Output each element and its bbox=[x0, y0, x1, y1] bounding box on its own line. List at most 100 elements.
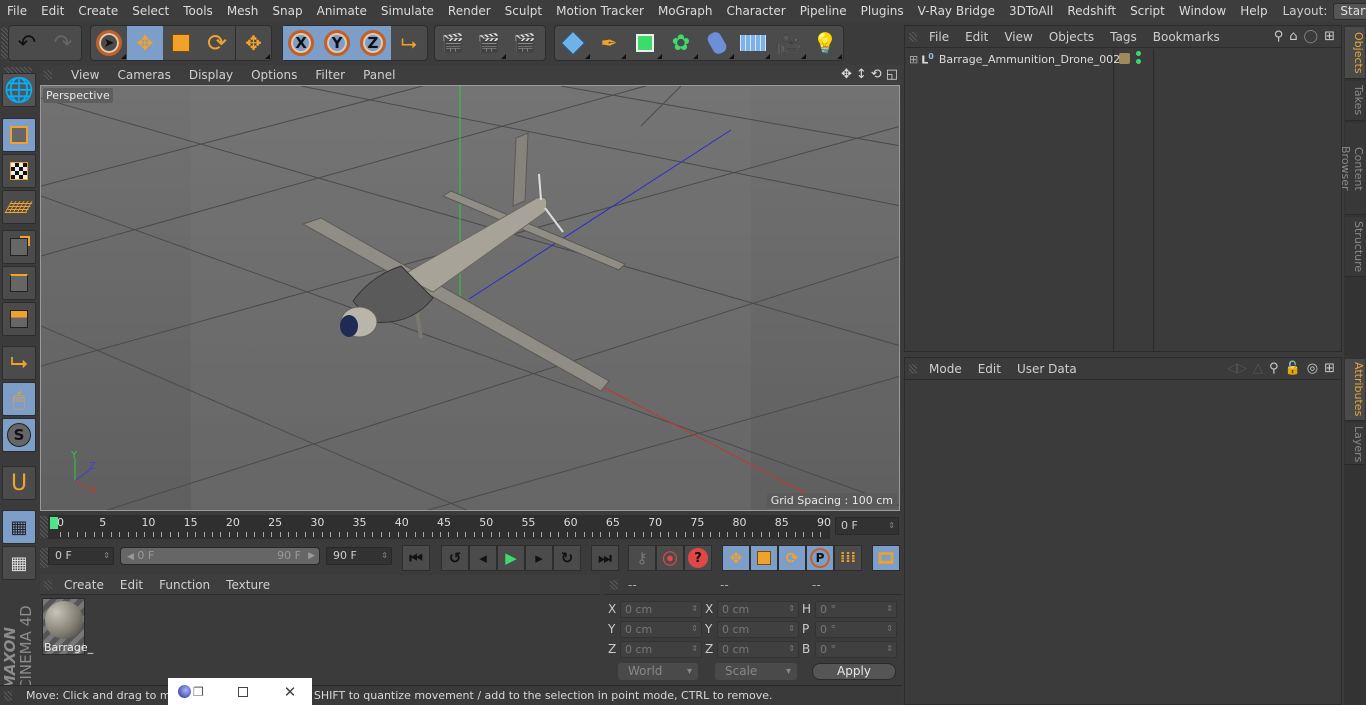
rotate-view-icon[interactable]: ⟲ bbox=[871, 67, 882, 82]
panel-grip[interactable] bbox=[44, 70, 52, 80]
menu-script[interactable]: Script bbox=[1123, 0, 1172, 22]
dolly-view-icon[interactable]: ↕ bbox=[856, 67, 867, 82]
coordinate-system-button[interactable]: ⮡ bbox=[391, 26, 427, 60]
visibility-dots-icon[interactable] bbox=[1136, 51, 1141, 64]
floor-button[interactable] bbox=[735, 26, 771, 60]
viewport-menu-display[interactable]: Display bbox=[180, 68, 242, 82]
move-tool-button[interactable]: ✥ bbox=[127, 26, 163, 60]
restore-icon[interactable]: ❐ bbox=[193, 685, 204, 699]
menu-animate[interactable]: Animate bbox=[310, 0, 374, 22]
menu-vray-bridge[interactable]: V-Ray Bridge bbox=[911, 0, 1002, 22]
objects-menu-edit[interactable]: Edit bbox=[957, 30, 996, 44]
home-icon[interactable]: ⌂ bbox=[1289, 29, 1297, 44]
3d-viewport[interactable]: Y Z X Perspective Grid Spacing : 100 cm bbox=[40, 85, 900, 511]
transport-grip[interactable] bbox=[40, 548, 48, 568]
key-position-button[interactable]: ✥ bbox=[722, 545, 750, 571]
live-selection-button[interactable]: ➤ bbox=[91, 26, 127, 60]
size-z-field[interactable]: 0 cm ⇕ bbox=[717, 641, 799, 658]
light-button[interactable]: 💡 bbox=[807, 26, 843, 60]
new-panel-icon[interactable]: ⊞ bbox=[1324, 361, 1335, 376]
menu-snap[interactable]: Snap bbox=[265, 0, 309, 22]
rotate-tool-button[interactable]: ⟳ bbox=[199, 26, 235, 60]
tab-structure[interactable]: Structure bbox=[1345, 217, 1365, 277]
menu-mesh[interactable]: Mesh bbox=[220, 0, 266, 22]
menu-create[interactable]: Create bbox=[71, 0, 125, 22]
material-menu-function[interactable]: Function bbox=[151, 578, 218, 592]
objects-menu-tags[interactable]: Tags bbox=[1102, 30, 1145, 44]
attributes-menu-edit[interactable]: Edit bbox=[970, 362, 1009, 376]
tab-content-browser[interactable]: Content Browser bbox=[1339, 123, 1365, 215]
axis-mode-button[interactable]: ⮡ bbox=[2, 346, 36, 380]
coordinate-space-dropdown[interactable]: World bbox=[618, 663, 698, 680]
render-settings-button[interactable]: 🎬 bbox=[507, 26, 543, 60]
search-icon[interactable]: ⚲ bbox=[1269, 361, 1279, 376]
previous-frame-button[interactable]: ◂ bbox=[469, 545, 497, 571]
size-y-field[interactable]: 0 cm ⇕ bbox=[717, 621, 799, 638]
model-mode-button[interactable] bbox=[2, 118, 36, 152]
record-keys-button[interactable]: ⚷ bbox=[628, 545, 656, 571]
tab-objects[interactable]: Objects bbox=[1345, 27, 1365, 79]
key-scale-button[interactable] bbox=[750, 545, 778, 571]
search-icon[interactable]: ⚲ bbox=[1274, 29, 1284, 44]
menu-character[interactable]: Character bbox=[719, 0, 792, 22]
range-right-arrow[interactable]: ▶ bbox=[308, 548, 315, 564]
viewport-menu-view[interactable]: View bbox=[62, 68, 108, 82]
render-view-button[interactable]: 🎬 bbox=[435, 26, 471, 60]
viewport-menu-panel[interactable]: Panel bbox=[354, 68, 404, 82]
workplane-mode-button[interactable] bbox=[2, 190, 36, 224]
timeline-window-button[interactable]: 🎞 bbox=[872, 545, 900, 571]
up-arrow-icon[interactable]: △ bbox=[1253, 361, 1263, 376]
scale-tool-button[interactable] bbox=[163, 26, 199, 60]
lock-icon[interactable]: 🔓 bbox=[1285, 361, 1301, 376]
size-mode-dropdown[interactable]: Scale bbox=[715, 663, 797, 680]
range-left-arrow[interactable]: ◀ bbox=[127, 552, 134, 562]
pan-view-icon[interactable]: ✥ bbox=[841, 67, 852, 82]
pen-spline-button[interactable]: ✒ bbox=[591, 26, 627, 60]
toggle-layout-icon[interactable]: ◱ bbox=[886, 67, 898, 82]
next-key-button[interactable]: ↻ bbox=[553, 545, 581, 571]
autokeying-button[interactable]: ⦿ bbox=[656, 545, 684, 571]
current-frame-field[interactable]: 0 F ⇕ bbox=[835, 517, 899, 535]
expand-icon[interactable]: ⊞ bbox=[909, 53, 918, 66]
menu-pipeline[interactable]: Pipeline bbox=[793, 0, 854, 22]
menu-select[interactable]: Select bbox=[125, 0, 176, 22]
menu-sculpt[interactable]: Sculpt bbox=[498, 0, 549, 22]
object-row[interactable]: ⊞ L0 Barrage_Ammunition_Drone_002 bbox=[905, 49, 1341, 69]
tab-takes[interactable]: Takes bbox=[1345, 81, 1365, 121]
key-parameter-button[interactable]: P bbox=[806, 545, 834, 571]
play-button[interactable]: ▶ bbox=[497, 545, 525, 571]
menu-3dtoall[interactable]: 3DToAll bbox=[1002, 0, 1060, 22]
material-swatch[interactable]: Barrage_ bbox=[42, 598, 93, 655]
rot-h-field[interactable]: 0 ° ⇕ bbox=[815, 601, 897, 618]
objects-menu-view[interactable]: View bbox=[996, 30, 1040, 44]
previous-key-button[interactable]: ↺ bbox=[441, 545, 469, 571]
menu-plugins[interactable]: Plugins bbox=[854, 0, 911, 22]
timeline-ruler[interactable]: 0 5 10 15 20 25 30 35 40 45 50 55 60 65 70 75 80 85 90 bbox=[48, 515, 831, 539]
pos-y-field[interactable]: 0 cm ⇕ bbox=[620, 621, 702, 638]
material-menu-texture[interactable]: Texture bbox=[218, 578, 278, 592]
timeline-grip[interactable] bbox=[40, 516, 48, 538]
menu-mograph[interactable]: MoGraph bbox=[651, 0, 720, 22]
viewport-menu-options[interactable]: Options bbox=[242, 68, 306, 82]
attributes-menu-user-data[interactable]: User Data bbox=[1009, 362, 1085, 376]
keyframe-selection-button[interactable]: ? bbox=[684, 545, 712, 571]
subdivision-surface-button[interactable] bbox=[627, 26, 663, 60]
pos-x-field[interactable]: 0 cm ⇕ bbox=[620, 601, 702, 618]
undo-button[interactable]: ↶ bbox=[9, 26, 45, 60]
pos-z-field[interactable]: 0 cm ⇕ bbox=[620, 641, 702, 658]
panel-grip[interactable] bbox=[44, 579, 52, 590]
attributes-menu-mode[interactable]: Mode bbox=[921, 362, 970, 376]
redo-button[interactable]: ↷ bbox=[45, 26, 81, 60]
size-x-field[interactable]: 0 cm ⇕ bbox=[717, 601, 799, 618]
camera-button[interactable]: 🎥 bbox=[771, 26, 807, 60]
render-picture-viewer-button[interactable]: 🎬 bbox=[471, 26, 507, 60]
frame-range-slider[interactable]: ◀ 0 F 90 F ▶ bbox=[120, 547, 320, 565]
layout-select[interactable]: Startup bbox=[1333, 2, 1366, 20]
objects-menu-file[interactable]: File bbox=[921, 30, 957, 44]
workplane-align-button[interactable]: ▦ bbox=[2, 546, 36, 580]
objects-menu-objects[interactable]: Objects bbox=[1041, 30, 1102, 44]
target-icon[interactable]: ◎ bbox=[1307, 361, 1318, 376]
solo-button[interactable]: S bbox=[2, 418, 36, 452]
x-axis-lock-button[interactable]: X bbox=[283, 26, 319, 60]
panel-grip[interactable] bbox=[909, 363, 917, 374]
